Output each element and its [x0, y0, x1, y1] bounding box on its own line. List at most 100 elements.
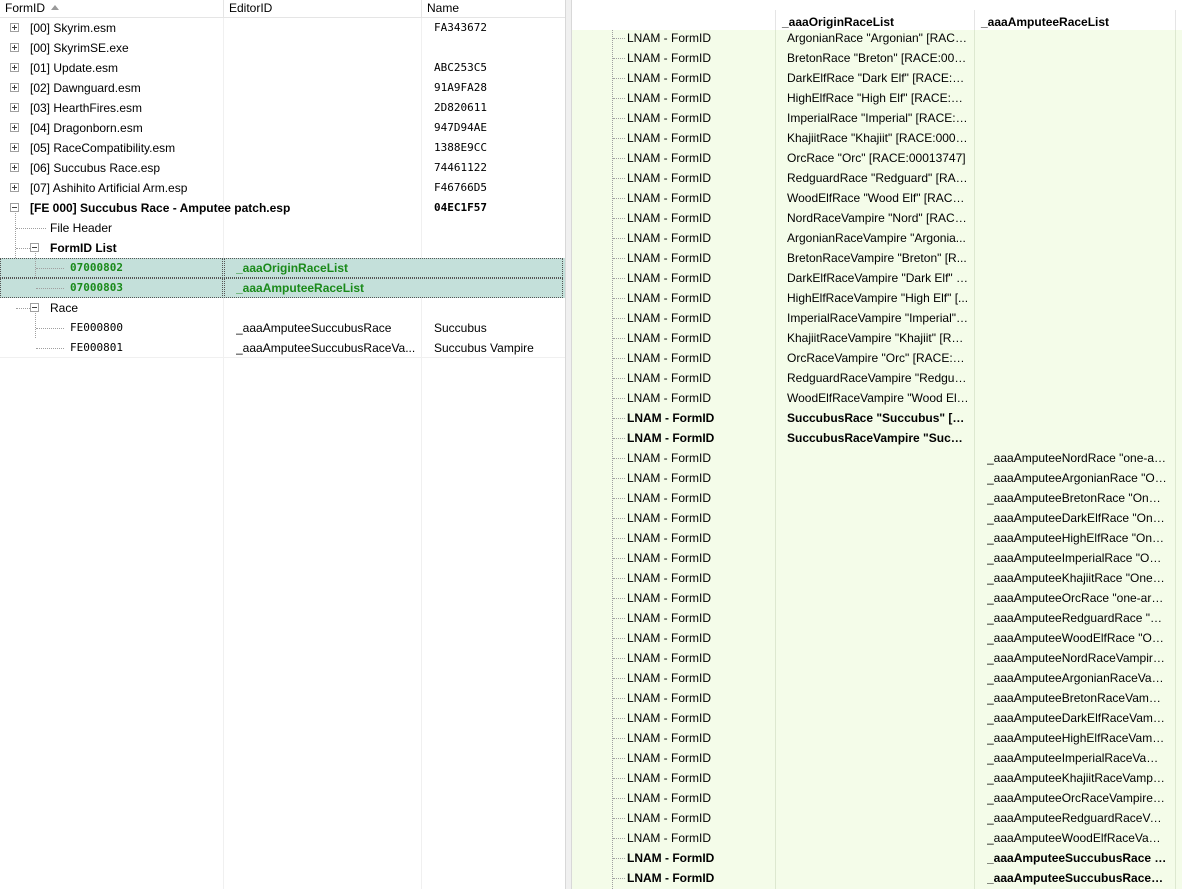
amputee-race-value[interactable]: _aaaAmputeeDarkElfRaceVampir...	[987, 708, 1167, 728]
origin-race-value[interactable]: SuccubusRaceVampire "Succu...	[787, 428, 969, 448]
record-element-row[interactable]: LNAM - FormID DarkElfRace "Dark Elf" [RAC…	[572, 68, 1182, 88]
plugin-row[interactable]: [03] HearthFires.esm 2D820611	[0, 98, 565, 118]
record-element-row[interactable]: LNAM - FormID ImperialRace "Imperial" [RA…	[572, 108, 1182, 128]
column-header-name[interactable]: Name	[422, 0, 565, 18]
origin-race-value[interactable]: RedguardRaceVampire "Redguar...	[787, 368, 969, 388]
record-element-row[interactable]: LNAM - FormID _aaaAmputeeHighElfRace "One…	[572, 528, 1182, 548]
record-element-row[interactable]: LNAM - FormID DarkElfRaceVampire "Dark El…	[572, 268, 1182, 288]
record-element-row[interactable]: LNAM - FormID WoodElfRaceVampire "Wood El…	[572, 388, 1182, 408]
collapse-minus-icon[interactable]	[30, 303, 39, 312]
file-header-row[interactable]: File Header	[0, 218, 565, 238]
origin-race-value[interactable]	[787, 828, 969, 848]
plugin-row[interactable]: [06] Succubus Race.esp 74461122	[0, 158, 565, 178]
amputee-race-value[interactable]	[987, 228, 1167, 248]
origin-race-value[interactable]: NordRaceVampire "Nord" [RACE...	[787, 208, 969, 228]
expand-plus-icon[interactable]	[10, 103, 19, 112]
record-element-row[interactable]: LNAM - FormID _aaaAmputeeDarkElfRace "One…	[572, 508, 1182, 528]
record-element-row[interactable]: LNAM - FormID _aaaAmputeeHighElfRaceVampi…	[572, 728, 1182, 748]
amputee-race-value[interactable]: _aaaAmputeeImperialRace "One...	[987, 548, 1167, 568]
amputee-race-value[interactable]	[987, 428, 1167, 448]
amputee-race-value[interactable]: _aaaAmputeeOrcRaceVampire "...	[987, 788, 1167, 808]
amputee-race-value[interactable]	[987, 208, 1167, 228]
record-element-row[interactable]: LNAM - FormID _aaaAmputeeNordRace "one-ar…	[572, 448, 1182, 468]
origin-race-value[interactable]	[787, 448, 969, 468]
origin-race-value[interactable]: DarkElfRaceVampire "Dark Elf" [R...	[787, 268, 969, 288]
plugin-row[interactable]: [07] Ashihito Artificial Arm.esp F46766D5	[0, 178, 565, 198]
origin-race-value[interactable]	[787, 508, 969, 528]
amputee-race-value[interactable]: _aaaAmputeeRedguardRaceVam...	[987, 808, 1167, 828]
record-element-row[interactable]: LNAM - FormID HighElfRaceVampire "High El…	[572, 288, 1182, 308]
origin-race-value[interactable]: KhajiitRace "Khajiit" [RACE:00013...	[787, 128, 969, 148]
origin-race-value[interactable]	[787, 788, 969, 808]
expand-plus-icon[interactable]	[10, 123, 19, 132]
amputee-race-value[interactable]: _aaaAmputeeWoodElfRace "One...	[987, 628, 1167, 648]
origin-race-value[interactable]	[787, 528, 969, 548]
pane-splitter[interactable]	[565, 0, 572, 889]
amputee-race-value[interactable]	[987, 368, 1167, 388]
expand-plus-icon[interactable]	[10, 143, 19, 152]
plugin-row[interactable]: [05] RaceCompatibility.esm 1388E9CC	[0, 138, 565, 158]
origin-race-value[interactable]	[787, 568, 969, 588]
navigation-tree-pane[interactable]: FormID EditorID Name [00] Skyrim.esm FA34…	[0, 0, 565, 889]
amputee-race-value[interactable]: _aaaAmputeeHighElfRaceVampi...	[987, 728, 1167, 748]
record-element-row[interactable]: LNAM - FormID _aaaAmputeeRedguardRace "On…	[572, 608, 1182, 628]
amputee-race-value[interactable]: _aaaAmputeeOrcRace "one-arm...	[987, 588, 1167, 608]
record-element-row[interactable]: LNAM - FormID _aaaAmputeeArgonianRace "On…	[572, 468, 1182, 488]
amputee-race-value[interactable]	[987, 288, 1167, 308]
active-plugin-row[interactable]: [FE 000] Succubus Race - Amputee patch.e…	[0, 198, 565, 218]
amputee-race-value[interactable]	[987, 268, 1167, 288]
collapse-minus-icon[interactable]	[10, 203, 19, 212]
amputee-race-value[interactable]: _aaaAmputeeArgonianRaceVam...	[987, 668, 1167, 688]
amputee-race-value[interactable]	[987, 388, 1167, 408]
origin-race-value[interactable]	[787, 588, 969, 608]
race-record-row[interactable]: FE000800 _aaaAmputeeSuccubusRace Succubus	[0, 318, 565, 338]
plugin-row[interactable]: [00] Skyrim.esm FA343672	[0, 18, 565, 38]
amputee-race-value[interactable]	[987, 168, 1167, 188]
origin-race-value[interactable]: RedguardRace "Redguard" [RAC...	[787, 168, 969, 188]
origin-race-value[interactable]	[787, 708, 969, 728]
amputee-race-value[interactable]: _aaaAmputeeImperialRaceVamp...	[987, 748, 1167, 768]
expand-plus-icon[interactable]	[10, 43, 19, 52]
origin-race-value[interactable]	[787, 808, 969, 828]
origin-race-value[interactable]: ArgonianRaceVampire "Argonia...	[787, 228, 969, 248]
record-element-row[interactable]: LNAM - FormID _aaaAmputeeDarkElfRaceVampi…	[572, 708, 1182, 728]
origin-race-value[interactable]: ImperialRaceVampire "Imperial" ...	[787, 308, 969, 328]
origin-race-value[interactable]: HighElfRaceVampire "High Elf" [...	[787, 288, 969, 308]
origin-race-value[interactable]	[787, 628, 969, 648]
origin-race-value[interactable]	[787, 608, 969, 628]
origin-race-value[interactable]: DarkElfRace "Dark Elf" [RACE:000...	[787, 68, 969, 88]
record-element-row[interactable]: LNAM - FormID KhajiitRace "Khajiit" [RACE…	[572, 128, 1182, 148]
origin-race-value[interactable]	[787, 728, 969, 748]
record-element-row[interactable]: LNAM - FormID OrcRace "Orc" [RACE:0001374…	[572, 148, 1182, 168]
origin-race-value[interactable]: ArgonianRace "Argonian" [RACE:...	[787, 28, 969, 48]
origin-race-value[interactable]	[787, 868, 969, 888]
origin-race-value[interactable]: ImperialRace "Imperial" [RACE:0...	[787, 108, 969, 128]
origin-race-value[interactable]: HighElfRace "High Elf" [RACE:00...	[787, 88, 969, 108]
collapse-minus-icon[interactable]	[30, 243, 39, 252]
record-element-row[interactable]: LNAM - FormID OrcRaceVampire "Orc" [RACE:…	[572, 348, 1182, 368]
origin-race-value[interactable]: SuccubusRace "Succubus" [RA...	[787, 408, 969, 428]
record-element-row[interactable]: LNAM - FormID SuccubusRaceVampire "Succu.…	[572, 428, 1182, 448]
record-element-row[interactable]: LNAM - FormID _aaaAmputeeRedguardRaceVam.…	[572, 808, 1182, 828]
amputee-race-value[interactable]: _aaaAmputeeHighElfRace "One-...	[987, 528, 1167, 548]
amputee-race-value[interactable]	[987, 88, 1167, 108]
amputee-race-value[interactable]	[987, 48, 1167, 68]
amputee-race-value[interactable]: _aaaAmputeeSuccubusRace "S...	[987, 848, 1167, 868]
amputee-race-value[interactable]: _aaaAmputeeNordRace "one-ar...	[987, 448, 1167, 468]
origin-race-value[interactable]: WoodElfRaceVampire "Wood Elf...	[787, 388, 969, 408]
amputee-race-value[interactable]: _aaaAmputeeWoodElfRaceVamp...	[987, 828, 1167, 848]
origin-race-value[interactable]	[787, 688, 969, 708]
amputee-race-value[interactable]	[987, 188, 1167, 208]
record-element-row[interactable]: LNAM - FormID NordRaceVampire "Nord" [RAC…	[572, 208, 1182, 228]
amputee-race-value[interactable]	[987, 348, 1167, 368]
amputee-race-value[interactable]: _aaaAmputeeRedguardRace "On...	[987, 608, 1167, 628]
origin-race-value[interactable]: OrcRaceVampire "Orc" [RACE:00...	[787, 348, 969, 368]
expand-plus-icon[interactable]	[10, 83, 19, 92]
amputee-race-value[interactable]: _aaaAmputeeNordRaceVampire ...	[987, 648, 1167, 668]
origin-race-value[interactable]: WoodElfRace "Wood Elf" [RACE:...	[787, 188, 969, 208]
plugin-row[interactable]: [04] Dragonborn.esm 947D94AE	[0, 118, 565, 138]
record-element-row[interactable]: LNAM - FormID _aaaAmputeeOrcRaceVampire "…	[572, 788, 1182, 808]
amputee-race-value[interactable]: _aaaAmputeeDarkElfRace "One-...	[987, 508, 1167, 528]
record-element-row[interactable]: LNAM - FormID _aaaAmputeeNordRaceVampire …	[572, 648, 1182, 668]
amputee-race-value[interactable]: _aaaAmputeeArgonianRace "On...	[987, 468, 1167, 488]
